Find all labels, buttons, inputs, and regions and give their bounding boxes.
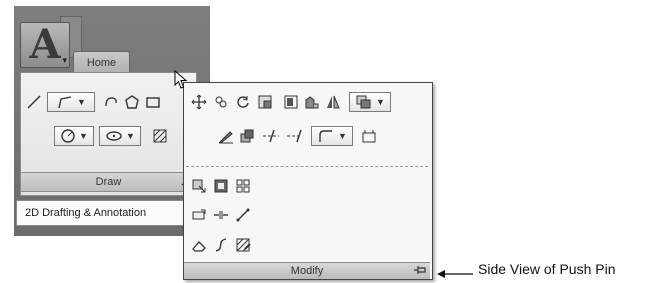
chevron-down-icon: ▼ — [376, 97, 385, 107]
fillet-corner-icon — [319, 130, 333, 142]
lengthen-icon[interactable] — [189, 205, 209, 225]
hatch-edit-icon[interactable] — [233, 235, 253, 255]
scale-icon[interactable] — [255, 92, 275, 112]
panel-divider — [186, 166, 428, 167]
extend-icon[interactable] — [284, 126, 306, 146]
callout-arrow — [437, 270, 473, 278]
hatch-icon[interactable] — [150, 126, 170, 146]
stretch-icon[interactable] — [189, 176, 209, 196]
polyline-icon — [58, 96, 72, 109]
copy-icon[interactable] — [211, 92, 231, 112]
trim-icon[interactable] — [260, 126, 282, 146]
polygon-icon[interactable] — [122, 92, 142, 112]
move-icon[interactable] — [189, 92, 209, 112]
draworder-icon — [356, 95, 371, 109]
edit-icon[interactable] — [216, 126, 236, 146]
polyline-button[interactable]: ▼ — [47, 92, 95, 112]
rotate-icon[interactable] — [233, 92, 253, 112]
draw-panel-title[interactable]: Draw ◢ — [20, 172, 197, 192]
draw-panel-label: Draw — [95, 176, 122, 188]
chevron-down-icon: ▼ — [126, 131, 135, 141]
tab-home[interactable]: Home — [73, 51, 130, 73]
circle-icon — [61, 129, 75, 143]
join-icon[interactable] — [233, 205, 253, 225]
push-pin-icon[interactable] — [412, 262, 428, 278]
chevron-down-icon: ▼ — [79, 131, 88, 141]
modify-panel-label: Modify — [290, 265, 324, 277]
modify-panel-title[interactable]: Modify — [184, 262, 430, 279]
fillet-icon[interactable] — [237, 126, 257, 146]
arc-icon[interactable] — [101, 92, 121, 112]
chevron-down-icon: ▼ — [77, 97, 86, 107]
ellipse-button[interactable]: ▼ — [99, 126, 141, 146]
explode-icon[interactable] — [359, 126, 379, 146]
autocad-logo-icon: A — [29, 21, 61, 68]
offset-icon[interactable] — [211, 176, 231, 196]
mouse-cursor-icon — [174, 70, 188, 89]
rectangle-icon[interactable] — [143, 92, 163, 112]
chevron-down-icon: ▼ — [338, 131, 347, 141]
circle-button[interactable]: ▼ — [54, 126, 94, 146]
erase-icon[interactable] — [189, 235, 209, 255]
fillet-corner-button[interactable]: ▼ — [311, 126, 353, 146]
draworder-button[interactable]: ▼ — [349, 92, 391, 112]
ellipse-icon — [106, 131, 122, 141]
mirror-icon[interactable] — [302, 92, 322, 112]
application-menu-button[interactable]: A ▾ — [20, 22, 70, 68]
break-icon[interactable] — [211, 205, 231, 225]
workspace-switcher[interactable]: 2D Drafting & Annotation — [16, 200, 196, 226]
mirror-line-icon[interactable] — [323, 92, 343, 112]
spline-edit-icon[interactable] — [211, 235, 231, 255]
array-rect-icon[interactable] — [233, 176, 253, 196]
callout-label: Side View of Push Pin — [478, 261, 616, 277]
line-icon[interactable] — [24, 92, 44, 112]
chevron-down-icon: ▾ — [62, 55, 67, 65]
array-icon[interactable] — [281, 92, 301, 112]
